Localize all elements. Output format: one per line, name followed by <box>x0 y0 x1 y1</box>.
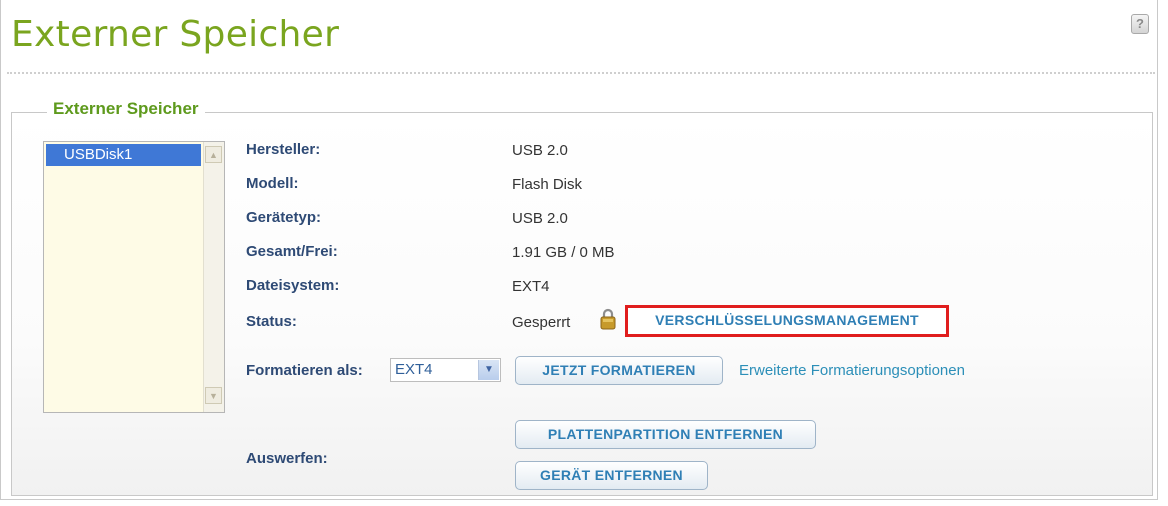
eject-label: Auswerfen: <box>246 450 328 467</box>
page-container: Externer Speicher ? Externer Speicher US… <box>0 0 1158 500</box>
advanced-format-options-link[interactable]: Erweiterte Formatierungsoptionen <box>739 362 965 379</box>
chevron-down-icon[interactable]: ▼ <box>478 360 499 380</box>
capacity-value: 1.91 GB / 0 MB <box>512 244 615 261</box>
device-list-scrollbar[interactable]: ▲ ▼ <box>203 142 224 412</box>
section-legend: Externer Speicher <box>47 99 205 119</box>
filesystem-select[interactable]: EXT4 ▼ <box>390 358 501 382</box>
device-type-value: USB 2.0 <box>512 210 568 227</box>
scroll-down-icon[interactable]: ▼ <box>205 387 222 404</box>
scroll-up-icon[interactable]: ▲ <box>205 146 222 163</box>
status-label: Status: <box>246 313 297 330</box>
capacity-label: Gesamt/Frei: <box>246 243 338 260</box>
filesystem-value: EXT4 <box>512 278 550 295</box>
device-list[interactable]: USBDisk1 ▲ ▼ <box>43 141 225 413</box>
filesystem-select-value: EXT4 <box>395 361 433 378</box>
title-divider <box>7 72 1155 74</box>
model-label: Modell: <box>246 175 299 192</box>
help-icon[interactable]: ? <box>1131 14 1149 34</box>
format-now-button[interactable]: JETZT FORMATIEREN <box>515 356 723 385</box>
remove-partition-button[interactable]: PLATTENPARTITION ENTFERNEN <box>515 420 816 449</box>
manufacturer-value: USB 2.0 <box>512 142 568 159</box>
manufacturer-label: Hersteller: <box>246 141 321 158</box>
remove-device-button[interactable]: GERÄT ENTFERNEN <box>515 461 708 490</box>
device-list-item[interactable]: USBDisk1 <box>46 144 201 166</box>
lock-icon <box>600 308 616 330</box>
model-value: Flash Disk <box>512 176 583 193</box>
page-title: Externer Speicher <box>11 14 340 55</box>
format-as-label: Formatieren als: <box>246 362 363 379</box>
status-value: Gesperrt <box>512 314 571 331</box>
filesystem-label: Dateisystem: <box>246 277 340 294</box>
device-type-label: Gerätetyp: <box>246 209 322 226</box>
encryption-management-button[interactable]: VERSCHLÜSSELUNGSMANAGEMENT <box>625 305 949 337</box>
